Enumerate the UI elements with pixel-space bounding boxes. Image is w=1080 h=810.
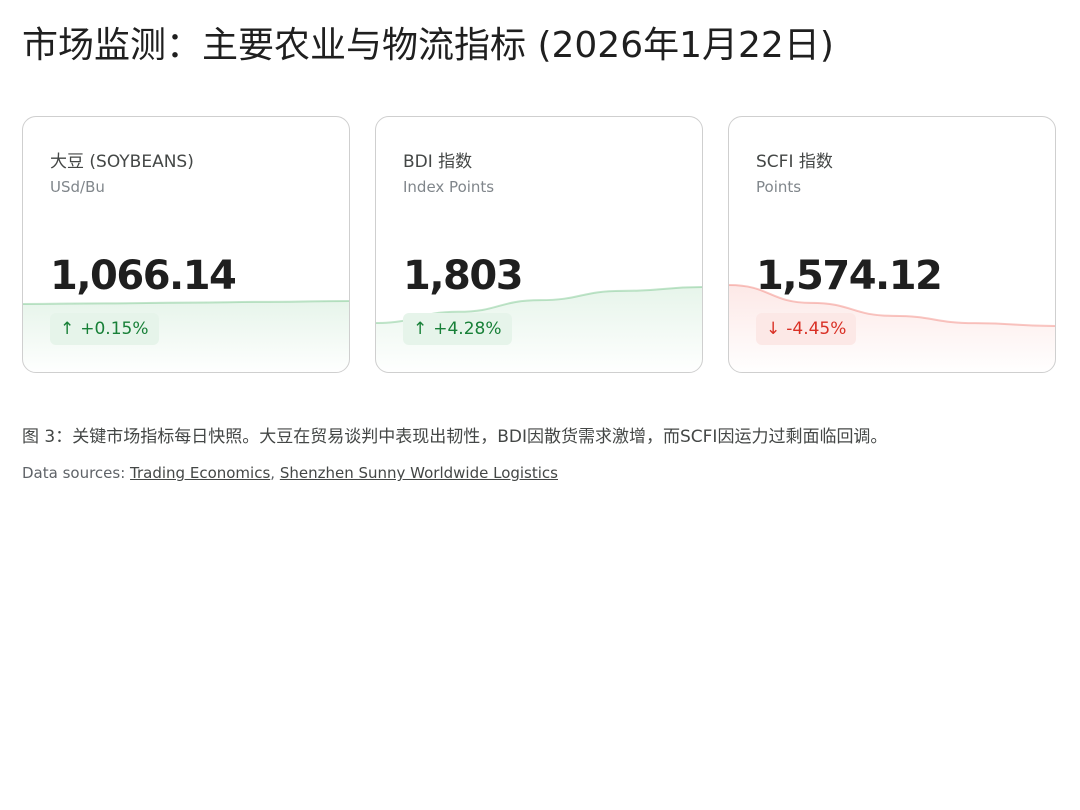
change-badge: ↑ +0.15% [50, 313, 159, 345]
kpi-card-title: SCFI 指数 [756, 152, 833, 172]
data-sources: Data sources: Trading Economics, Shenzhe… [22, 464, 558, 482]
change-badge: ↓ -4.45% [756, 313, 857, 345]
arrow-up-icon: ↑ [60, 319, 75, 339]
change-value: +0.15% [80, 319, 149, 339]
kpi-card-unit: Index Points [403, 178, 495, 196]
kpi-card-unit: USd/Bu [50, 178, 105, 196]
page-title: 市场监测：主要农业与物流指标 (2026年1月22日) [22, 25, 834, 66]
figure-caption: 图 3：关键市场指标每日快照。大豆在贸易谈判中表现出韧性，BDI因散货需求激增，… [22, 427, 888, 447]
kpi-card-soybeans: 大豆 (SOYBEANS) USd/Bu 1,066.14 ↑ +0.15% [22, 116, 350, 373]
arrow-up-icon: ↑ [413, 319, 428, 339]
sources-separator: , [270, 464, 280, 482]
change-badge: ↑ +4.28% [403, 313, 512, 345]
change-value: -4.45% [786, 319, 847, 339]
change-value: +4.28% [433, 319, 502, 339]
kpi-card-scfi: SCFI 指数 Points 1,574.12 ↓ -4.45% [728, 116, 1056, 373]
kpi-card-title: 大豆 (SOYBEANS) [50, 152, 194, 172]
kpi-cards: 大豆 (SOYBEANS) USd/Bu 1,066.14 ↑ +0.15% BD… [22, 116, 1058, 375]
source-link-trading-economics[interactable]: Trading Economics [130, 464, 270, 482]
kpi-card-title: BDI 指数 [403, 152, 473, 172]
source-link-sunny-logistics[interactable]: Shenzhen Sunny Worldwide Logistics [280, 464, 558, 482]
kpi-card-value: 1,066.14 [50, 253, 237, 299]
kpi-card-unit: Points [756, 178, 802, 196]
sources-prefix: Data sources: [22, 464, 131, 482]
arrow-down-icon: ↓ [766, 319, 781, 339]
kpi-card-value: 1,803 [403, 253, 524, 299]
kpi-card-value: 1,574.12 [756, 253, 943, 299]
kpi-card-bdi: BDI 指数 Index Points 1,803 ↑ +4.28% [375, 116, 703, 373]
